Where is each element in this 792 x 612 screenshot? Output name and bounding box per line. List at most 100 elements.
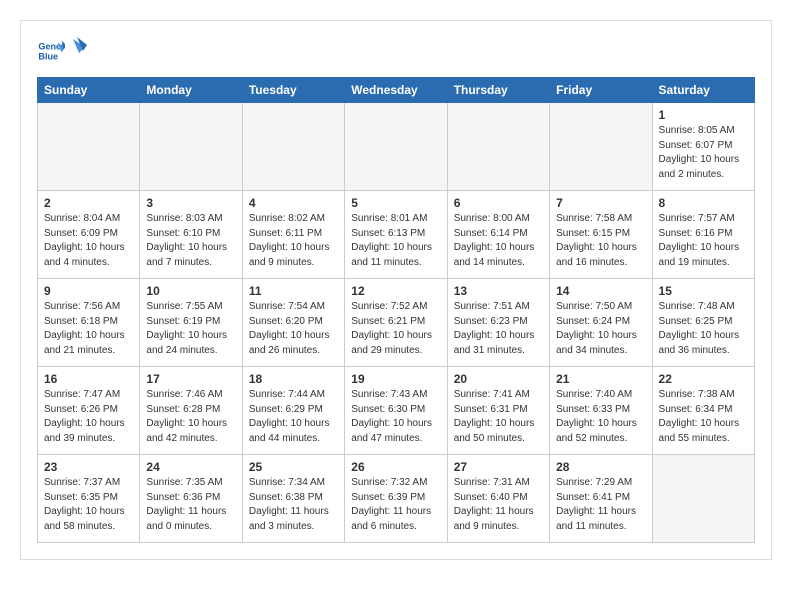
header-cell-monday: Monday — [140, 78, 242, 103]
day-number: 1 — [659, 108, 748, 122]
calendar-cell: 14 Sunrise: 7:50 AM Sunset: 6:24 PM Dayli… — [550, 279, 652, 367]
day-number: 5 — [351, 196, 440, 210]
day-number: 28 — [556, 460, 645, 474]
calendar-header-row: SundayMondayTuesdayWednesdayThursdayFrid… — [38, 78, 755, 103]
header-cell-saturday: Saturday — [652, 78, 754, 103]
calendar-cell: 21Sunrise: 7:40 AM Sunset: 6:33 PM Dayli… — [550, 367, 652, 455]
calendar-cell: 3Sunrise: 8:03 AM Sunset: 6:10 PM Daylig… — [140, 191, 242, 279]
calendar-cell — [242, 103, 344, 191]
day-info: Sunrise: 7:55 AM Sunset: 6:19 PM Dayligh… — [146, 300, 235, 358]
day-info: Sunrise: 7:37 AM Sunset: 6:35 PM Dayligh… — [44, 476, 133, 534]
header-cell-wednesday: Wednesday — [345, 78, 447, 103]
day-number: 26 — [351, 460, 440, 474]
day-number: 7 — [556, 196, 645, 210]
calendar-cell: 5 Sunrise: 8:01 AM Sunset: 6:13 PM Daylig… — [345, 191, 447, 279]
day-info: Sunrise: 8:01 AM Sunset: 6:13 PM Dayligh… — [351, 212, 440, 270]
day-number: 9 — [44, 284, 133, 298]
day-info: Sunrise: 7:48 AM Sunset: 6:25 PM Dayligh… — [659, 300, 748, 358]
logo-arrow-icon — [65, 35, 89, 59]
calendar-cell: 1 Sunrise: 8:05 AM Sunset: 6:07 PM Daylig… — [652, 103, 754, 191]
calendar-cell: 11 Sunrise: 7:54 AM Sunset: 6:20 PM Dayli… — [242, 279, 344, 367]
day-number: 25 — [249, 460, 338, 474]
logo-icon: General Blue — [37, 37, 65, 65]
calendar-cell — [140, 103, 242, 191]
day-number: 19 — [351, 372, 440, 386]
day-number: 6 — [454, 196, 543, 210]
calendar-cell: 28 Sunrise: 7:29 AM Sunset: 6:41 PM Dayli… — [550, 455, 652, 543]
calendar-cell: 8Sunrise: 7:57 AM Sunset: 6:16 PM Daylig… — [652, 191, 754, 279]
day-number: 14 — [556, 284, 645, 298]
header-cell-sunday: Sunday — [38, 78, 140, 103]
calendar-cell — [652, 455, 754, 543]
day-info: Sunrise: 7:46 AM Sunset: 6:28 PM Dayligh… — [146, 388, 235, 446]
calendar-cell: 18 Sunrise: 7:44 AM Sunset: 6:29 PM Dayli… — [242, 367, 344, 455]
day-number: 23 — [44, 460, 133, 474]
calendar-week-1: 2 Sunrise: 8:04 AM Sunset: 6:09 PM Daylig… — [38, 191, 755, 279]
day-info: Sunrise: 7:32 AM Sunset: 6:39 PM Dayligh… — [351, 476, 440, 534]
day-number: 13 — [454, 284, 543, 298]
day-info: Sunrise: 7:31 AM Sunset: 6:40 PM Dayligh… — [454, 476, 543, 534]
day-info: Sunrise: 7:54 AM Sunset: 6:20 PM Dayligh… — [249, 300, 338, 358]
header-cell-friday: Friday — [550, 78, 652, 103]
calendar-cell: 9 Sunrise: 7:56 AM Sunset: 6:18 PM Daylig… — [38, 279, 140, 367]
calendar-week-3: 16 Sunrise: 7:47 AM Sunset: 6:26 PM Dayli… — [38, 367, 755, 455]
calendar-cell: 6 Sunrise: 8:00 AM Sunset: 6:14 PM Daylig… — [447, 191, 549, 279]
day-number: 21 — [556, 372, 645, 386]
day-number: 18 — [249, 372, 338, 386]
header-cell-thursday: Thursday — [447, 78, 549, 103]
calendar-cell: 2 Sunrise: 8:04 AM Sunset: 6:09 PM Daylig… — [38, 191, 140, 279]
day-info: Sunrise: 7:57 AM Sunset: 6:16 PM Dayligh… — [659, 212, 748, 270]
day-number: 15 — [659, 284, 748, 298]
day-info: Sunrise: 7:44 AM Sunset: 6:29 PM Dayligh… — [249, 388, 338, 446]
day-info: Sunrise: 7:56 AM Sunset: 6:18 PM Dayligh… — [44, 300, 133, 358]
day-number: 16 — [44, 372, 133, 386]
calendar-cell: 19 Sunrise: 7:43 AM Sunset: 6:30 PM Dayli… — [345, 367, 447, 455]
calendar-cell: 27 Sunrise: 7:31 AM Sunset: 6:40 PM Dayli… — [447, 455, 549, 543]
calendar-cell: 4Sunrise: 8:02 AM Sunset: 6:11 PM Daylig… — [242, 191, 344, 279]
day-info: Sunrise: 7:29 AM Sunset: 6:41 PM Dayligh… — [556, 476, 645, 534]
day-info: Sunrise: 7:51 AM Sunset: 6:23 PM Dayligh… — [454, 300, 543, 358]
day-info: Sunrise: 8:05 AM Sunset: 6:07 PM Dayligh… — [659, 124, 748, 182]
day-info: Sunrise: 7:35 AM Sunset: 6:36 PM Dayligh… — [146, 476, 235, 534]
calendar-cell — [550, 103, 652, 191]
calendar-cell: 26 Sunrise: 7:32 AM Sunset: 6:39 PM Dayli… — [345, 455, 447, 543]
calendar-cell: 20 Sunrise: 7:41 AM Sunset: 6:31 PM Dayli… — [447, 367, 549, 455]
calendar-cell: 22Sunrise: 7:38 AM Sunset: 6:34 PM Dayli… — [652, 367, 754, 455]
day-info: Sunrise: 8:00 AM Sunset: 6:14 PM Dayligh… — [454, 212, 543, 270]
day-info: Sunrise: 7:41 AM Sunset: 6:31 PM Dayligh… — [454, 388, 543, 446]
day-number: 2 — [44, 196, 133, 210]
day-info: Sunrise: 8:04 AM Sunset: 6:09 PM Dayligh… — [44, 212, 133, 270]
calendar-cell: 10 Sunrise: 7:55 AM Sunset: 6:19 PM Dayli… — [140, 279, 242, 367]
calendar-cell: 24Sunrise: 7:35 AM Sunset: 6:36 PM Dayli… — [140, 455, 242, 543]
calendar-week-2: 9 Sunrise: 7:56 AM Sunset: 6:18 PM Daylig… — [38, 279, 755, 367]
calendar-cell: 16 Sunrise: 7:47 AM Sunset: 6:26 PM Dayli… — [38, 367, 140, 455]
day-info: Sunrise: 7:50 AM Sunset: 6:24 PM Dayligh… — [556, 300, 645, 358]
day-number: 10 — [146, 284, 235, 298]
header-cell-tuesday: Tuesday — [242, 78, 344, 103]
calendar-cell: 13 Sunrise: 7:51 AM Sunset: 6:23 PM Dayli… — [447, 279, 549, 367]
day-info: Sunrise: 7:34 AM Sunset: 6:38 PM Dayligh… — [249, 476, 338, 534]
day-info: Sunrise: 7:43 AM Sunset: 6:30 PM Dayligh… — [351, 388, 440, 446]
day-number: 17 — [146, 372, 235, 386]
day-info: Sunrise: 7:52 AM Sunset: 6:21 PM Dayligh… — [351, 300, 440, 358]
calendar-table: SundayMondayTuesdayWednesdayThursdayFrid… — [37, 77, 755, 543]
calendar-cell: 7 Sunrise: 7:58 AM Sunset: 6:15 PM Daylig… — [550, 191, 652, 279]
calendar-week-0: 1 Sunrise: 8:05 AM Sunset: 6:07 PM Daylig… — [38, 103, 755, 191]
day-number: 20 — [454, 372, 543, 386]
logo: General Blue — [37, 37, 89, 65]
calendar-body: 1 Sunrise: 8:05 AM Sunset: 6:07 PM Daylig… — [38, 103, 755, 543]
day-info: Sunrise: 7:58 AM Sunset: 6:15 PM Dayligh… — [556, 212, 645, 270]
day-number: 27 — [454, 460, 543, 474]
day-number: 11 — [249, 284, 338, 298]
day-info: Sunrise: 7:47 AM Sunset: 6:26 PM Dayligh… — [44, 388, 133, 446]
calendar-cell — [447, 103, 549, 191]
svg-text:Blue: Blue — [38, 51, 58, 61]
day-number: 12 — [351, 284, 440, 298]
day-number: 3 — [146, 196, 235, 210]
calendar-cell: 15 Sunrise: 7:48 AM Sunset: 6:25 PM Dayli… — [652, 279, 754, 367]
calendar-page: General Blue SundayMondayTuesdayWednesda… — [20, 20, 772, 560]
day-number: 4 — [249, 196, 338, 210]
calendar-cell — [345, 103, 447, 191]
calendar-week-4: 23 Sunrise: 7:37 AM Sunset: 6:35 PM Dayli… — [38, 455, 755, 543]
day-number: 22 — [659, 372, 748, 386]
